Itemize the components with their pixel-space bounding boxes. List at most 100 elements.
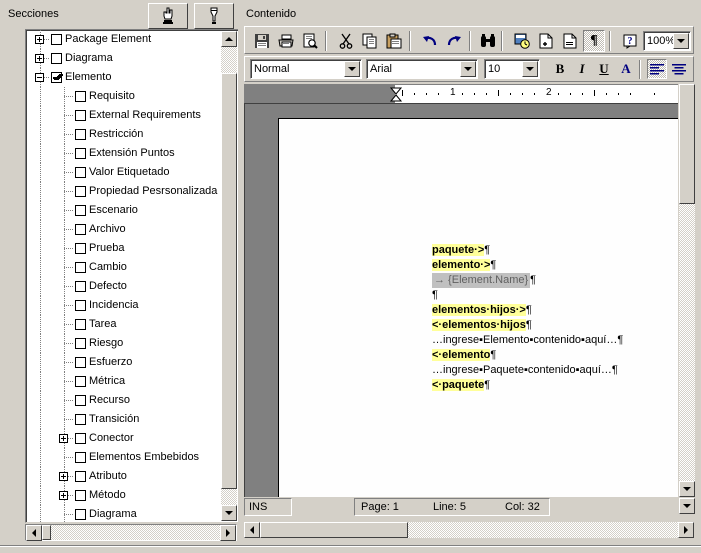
ruler[interactable]: 12	[244, 84, 678, 103]
status-dropdown-button[interactable]	[679, 498, 695, 514]
hand-pointer-button[interactable]	[148, 3, 188, 29]
tree-checkbox[interactable]	[51, 34, 62, 45]
indent-marker-icon[interactable]	[390, 87, 402, 102]
tree-checkbox[interactable]	[75, 509, 86, 520]
tree-item-package-element[interactable]: Package Element	[26, 30, 221, 49]
hscroll-track[interactable]	[51, 525, 220, 540]
tree-item-esfuerzo[interactable]: Esfuerzo	[26, 353, 221, 372]
tree-checkbox[interactable]	[75, 452, 86, 463]
tree-checkbox[interactable]	[75, 414, 86, 425]
tree-checkbox[interactable]	[75, 186, 86, 197]
document-page[interactable]: paquete·>¶ elemento·>¶ → {Element.Name} ¶ ¶ e…	[278, 118, 678, 497]
tree-checkbox[interactable]	[51, 72, 62, 83]
document-line[interactable]: paquete·>¶	[432, 243, 623, 258]
sections-tree[interactable]: Package Element Diagrama Elemento Requisito…	[25, 29, 239, 523]
tree-checkbox[interactable]	[75, 110, 86, 121]
undo-button[interactable]	[419, 30, 441, 52]
tree-checkbox[interactable]	[75, 167, 86, 178]
tree-checkbox[interactable]	[75, 129, 86, 140]
tree-checkbox[interactable]	[75, 357, 86, 368]
font-dropdown-arrow[interactable]	[460, 61, 476, 77]
doc-scroll-track[interactable]	[679, 204, 695, 481]
tree-checkbox[interactable]	[75, 148, 86, 159]
hscroll-right-button[interactable]	[220, 525, 236, 541]
tree-item-escenario[interactable]: Escenario	[26, 201, 221, 220]
tree-item-defecto[interactable]: Defecto	[26, 277, 221, 296]
tree-item-transici-n[interactable]: Transición	[26, 410, 221, 429]
tree-checkbox[interactable]	[75, 91, 86, 102]
tree-checkbox[interactable]	[75, 490, 86, 501]
show-marks-button[interactable]: ¶	[583, 30, 605, 52]
document-line[interactable]: <·elementos·hijos¶	[432, 318, 623, 333]
italic-button[interactable]: I	[572, 59, 592, 79]
tree-checkbox[interactable]	[51, 53, 62, 64]
tree-checkbox[interactable]	[75, 433, 86, 444]
document-text[interactable]: paquete·>¶ elemento·>¶ → {Element.Name} ¶ ¶ e…	[432, 243, 623, 393]
doc-hscroll-right-button[interactable]	[678, 522, 694, 538]
document-horizontal-scrollbar[interactable]	[244, 522, 694, 540]
scroll-track-top[interactable]	[221, 47, 237, 73]
hscroll-left-button[interactable]	[26, 525, 42, 541]
help-button[interactable]: ?	[619, 30, 641, 52]
cut-button[interactable]	[335, 30, 357, 52]
zoom-combo[interactable]: 100%	[643, 31, 691, 51]
document-line[interactable]: <·paquete¶	[432, 378, 623, 393]
copy-button[interactable]	[359, 30, 381, 52]
align-left-button[interactable]	[647, 59, 667, 79]
scroll-thumb[interactable]	[221, 73, 237, 489]
document-line[interactable]: ¶	[432, 288, 623, 303]
doc-scroll-down-button[interactable]	[679, 481, 695, 497]
tree-item-conector[interactable]: Conector	[26, 429, 221, 448]
insert-page-button[interactable]	[535, 30, 557, 52]
align-center-button[interactable]	[669, 59, 689, 79]
tree-checkbox[interactable]	[75, 262, 86, 273]
tree-item-elementos-embebidos[interactable]: Elementos Embebidos	[26, 448, 221, 467]
tree-item-m-trica[interactable]: Métrica	[26, 372, 221, 391]
tree-item-tarea[interactable]: Tarea	[26, 315, 221, 334]
font-size-dropdown-arrow[interactable]	[522, 61, 538, 77]
bold-button[interactable]: B	[550, 59, 570, 79]
tree-item-riesgo[interactable]: Riesgo	[26, 334, 221, 353]
tree-item-incidencia[interactable]: Incidencia	[26, 296, 221, 315]
tree-horizontal-scrollbar[interactable]	[25, 524, 237, 541]
doc-hscroll-left-button[interactable]	[244, 522, 260, 538]
document-line[interactable]: …ingrese▪Elemento▪contenido▪aquí…¶	[432, 333, 623, 348]
tree-item-extensi-n-puntos[interactable]: Extensión Puntos	[26, 144, 221, 163]
find-button[interactable]	[477, 30, 499, 52]
doc-scroll-thumb[interactable]	[679, 84, 695, 204]
print-preview-button[interactable]	[299, 30, 321, 52]
tree-item-requisito[interactable]: Requisito	[26, 87, 221, 106]
style-combo[interactable]: Normal	[250, 59, 362, 79]
document-line[interactable]: <·elemento¶	[432, 348, 623, 363]
doc-hscroll-thumb[interactable]	[260, 522, 408, 538]
tree-expander-icon[interactable]	[35, 35, 44, 44]
font-size-combo[interactable]: 10	[484, 59, 540, 79]
document-line[interactable]: → {Element.Name} ¶	[432, 273, 623, 288]
tree-item-cambio[interactable]: Cambio	[26, 258, 221, 277]
document-line[interactable]: elementos·hijos·>¶	[432, 303, 623, 318]
tree-item-external-requirements[interactable]: External Requirements	[26, 106, 221, 125]
style-dropdown-arrow[interactable]	[344, 61, 360, 77]
tree-item-restricci-n[interactable]: Restricción	[26, 125, 221, 144]
tree-item-archivo[interactable]: Archivo	[26, 220, 221, 239]
scroll-track-bottom[interactable]	[221, 489, 237, 505]
tree-checkbox[interactable]	[75, 376, 86, 387]
tree-checkbox[interactable]	[75, 471, 86, 482]
tree-expander-icon[interactable]	[35, 54, 44, 63]
tree-checkbox[interactable]	[75, 300, 86, 311]
tree-checkbox[interactable]	[75, 395, 86, 406]
font-color-button[interactable]: A	[616, 59, 636, 79]
document-vertical-scrollbar[interactable]	[679, 84, 695, 497]
document-area[interactable]: paquete·>¶ elemento·>¶ → {Element.Name} ¶ ¶ e…	[244, 103, 678, 497]
font-combo[interactable]: Arial	[366, 59, 478, 79]
document-line[interactable]: …ingrese▪Paquete▪contenido▪aquí…¶	[432, 363, 623, 378]
insert-page2-button[interactable]	[559, 30, 581, 52]
document-line[interactable]: elemento·>¶	[432, 258, 623, 273]
tree-expander-icon[interactable]	[59, 491, 68, 500]
tree-item-diagrama[interactable]: Diagrama	[26, 505, 221, 522]
tree-item-elemento[interactable]: Elemento	[26, 68, 221, 87]
tree-checkbox[interactable]	[75, 205, 86, 216]
zoom-dropdown-arrow[interactable]	[673, 33, 689, 49]
scroll-down-button[interactable]	[221, 505, 237, 521]
tree-checkbox[interactable]	[75, 224, 86, 235]
